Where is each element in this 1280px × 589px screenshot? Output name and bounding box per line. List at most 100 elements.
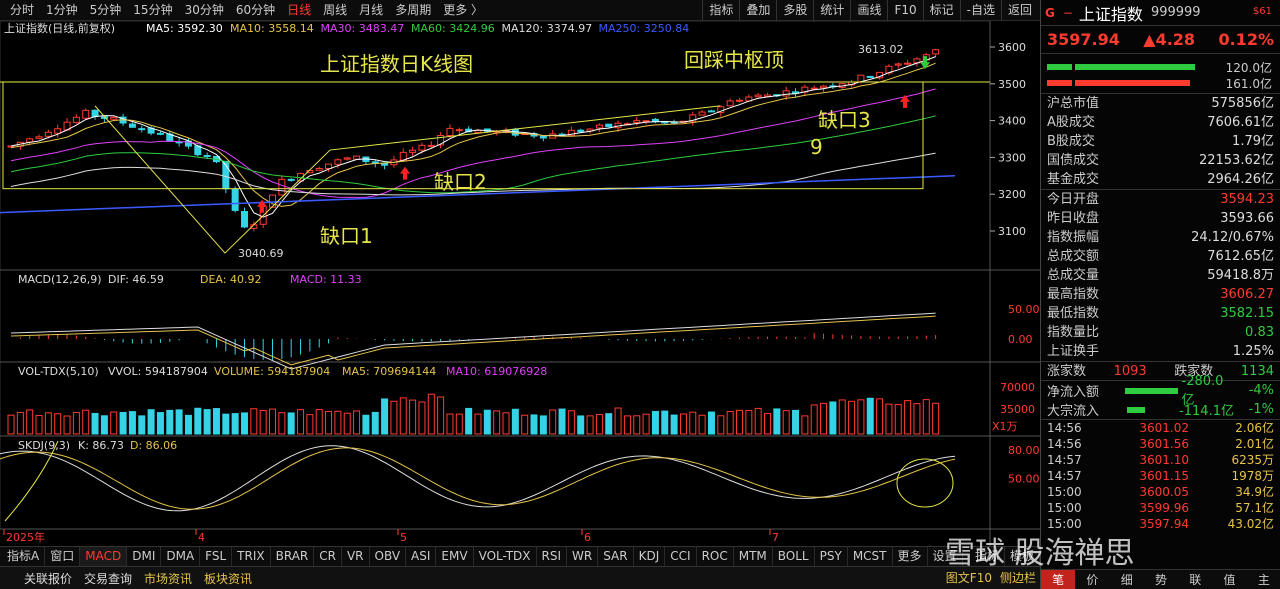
- stat-row: 基金成交 2964.26亿: [1041, 170, 1280, 189]
- indicator-tab[interactable]: FSL: [200, 547, 233, 566]
- top-toolbar: 分时 1分钟 5分钟 15分钟 30分钟 60分钟 日线 周线 月线 多周期 更多 〉 指标 叠加 多股…: [0, 0, 1040, 21]
- indicator-tab[interactable]: TRIX: [232, 547, 271, 566]
- indicator-tab[interactable]: DMA: [161, 547, 201, 566]
- tick-row[interactable]: 15:00 3600.05 34.9亿: [1041, 484, 1280, 500]
- indicator-tab[interactable]: CCI: [665, 547, 697, 566]
- timeframe-tab[interactable]: 5分钟: [84, 0, 128, 21]
- indicator-tab[interactable]: 窗口: [45, 547, 81, 566]
- status-right-link[interactable]: 侧边栏: [1000, 567, 1036, 589]
- timeframe-tab[interactable]: 15分钟: [127, 0, 178, 21]
- indicator-tab[interactable]: CR: [314, 547, 342, 566]
- panel-tab[interactable]: 价: [1075, 570, 1109, 589]
- panel-tab[interactable]: 值: [1212, 570, 1246, 589]
- panel-tab[interactable]: 笔: [1041, 570, 1076, 589]
- macd-y-label: 50.00: [1008, 303, 1040, 316]
- toolbar-button[interactable]: 返回: [1000, 0, 1038, 21]
- toolbar-button[interactable]: F10: [887, 0, 922, 21]
- indicator-tab[interactable]: RSI: [537, 547, 568, 566]
- indicator-tab[interactable]: OBV: [370, 547, 407, 566]
- toolbar-button[interactable]: 多股: [776, 0, 813, 21]
- indicator-tab[interactable]: EMV: [436, 547, 474, 566]
- indicator-tab[interactable]: 设置: [928, 547, 963, 566]
- timeframe-tab[interactable]: 周线: [317, 0, 353, 21]
- indicator-tab[interactable]: PSY: [815, 547, 848, 566]
- volume-bar: [717, 415, 725, 435]
- status-link[interactable]: 关联报价: [18, 570, 78, 587]
- indicator-right-tab[interactable]: 指标: [970, 547, 1005, 566]
- timeframe-tab[interactable]: 月线: [353, 0, 389, 21]
- toolbar-button[interactable]: 叠加: [739, 0, 776, 21]
- toolbar-button[interactable]: 标记: [922, 0, 960, 21]
- status-bar: 关联报价 交易查询 市场资讯 板块资讯 图文F10 侧边栏: [0, 566, 1040, 589]
- indicator-tab[interactable]: BRAR: [271, 547, 315, 566]
- tick-price: 3600.05: [1139, 485, 1189, 499]
- minus-icon[interactable]: −: [1063, 6, 1073, 20]
- toolbar-button[interactable]: 画线: [850, 0, 887, 21]
- price-pct: 0.12%: [1218, 30, 1274, 49]
- indicator-tab[interactable]: MTM: [734, 547, 773, 566]
- status-link[interactable]: 交易查询: [78, 570, 138, 587]
- volume-bar: [175, 409, 183, 435]
- toolbar-button[interactable]: -自选: [959, 0, 1001, 21]
- panel-tab[interactable]: 主: [1247, 570, 1280, 589]
- tick-price: 3601.02: [1139, 421, 1189, 435]
- chart-canvas[interactable]: 3600 3500 3400 3300 3200 3100 上证指数(日线,前复权) MA5:…: [0, 21, 1040, 546]
- indicator-tab[interactable]: 指标A: [2, 547, 46, 566]
- app-window: 分时 1分钟 5分钟 15分钟 30分钟 60分钟 日线 周线 月线 多周期 更多 〉 指标 叠加 多股…: [0, 0, 1280, 589]
- indicator-tab[interactable]: ROC: [697, 547, 734, 566]
- stat-label: 沪总市值: [1047, 96, 1100, 111]
- stat-label: 指数振幅: [1047, 230, 1100, 245]
- volume-bar: [698, 414, 706, 435]
- quote-panel: G − 上证指数 999999 $61 3597.94 ▲4.28 0.12% …: [1040, 0, 1280, 589]
- annotation-gap2: 缺口2: [434, 170, 487, 194]
- status-link[interactable]: 市场资讯: [138, 570, 198, 587]
- timeframe-tab[interactable]: 60分钟: [230, 0, 281, 21]
- tick-row[interactable]: 14:56 3601.56 2.01亿: [1041, 436, 1280, 452]
- volume-bar: [119, 411, 127, 435]
- tick-row[interactable]: 15:00 3599.96 57.1亿: [1041, 500, 1280, 516]
- tick-row[interactable]: 14:57 3601.10 6235万: [1041, 452, 1280, 468]
- indicator-tab[interactable]: SAR: [598, 547, 634, 566]
- timeframe-tab[interactable]: 更多 〉: [437, 0, 489, 21]
- indicator-tab[interactable]: WR: [567, 547, 599, 566]
- indicator-tab[interactable]: VR: [342, 547, 370, 566]
- toolbar-button[interactable]: 统计: [813, 0, 850, 21]
- tick-row[interactable]: 15:00 3597.94 43.02亿: [1041, 516, 1280, 532]
- tick-list[interactable]: 14:56 3601.02 2.06亿 14:56 3601.56 2.01亿 14:57 3…: [1041, 420, 1280, 532]
- status-right-link[interactable]: 图文F10: [946, 567, 992, 589]
- indicator-tab[interactable]: DMI: [127, 547, 162, 566]
- panel-tab[interactable]: 细: [1110, 570, 1144, 589]
- indicator-tab[interactable]: MACD: [80, 547, 128, 566]
- tick-time: 15:00: [1047, 501, 1082, 515]
- candle-body: [577, 129, 585, 133]
- timeframe-tab[interactable]: 30分钟: [179, 0, 230, 21]
- candle-body: [595, 124, 603, 129]
- indicator-tab[interactable]: KDJ: [634, 547, 666, 566]
- timeframe-tab[interactable]: 1分钟: [40, 0, 84, 21]
- stat-value: 1.25%: [1232, 344, 1274, 359]
- volume-bar: [689, 411, 697, 435]
- panel-tab[interactable]: 联: [1178, 570, 1212, 589]
- timeframe-tab[interactable]: 分时: [4, 0, 40, 21]
- toolbar-button[interactable]: 指标: [702, 0, 739, 21]
- tick-row[interactable]: 14:57 3601.15 1978万: [1041, 468, 1280, 484]
- volume-bar: [16, 411, 24, 435]
- status-link[interactable]: 板块资讯: [198, 570, 258, 587]
- timeframe-tab[interactable]: 日线: [281, 0, 317, 21]
- volume-bar: [493, 410, 501, 435]
- volume-bar: [409, 399, 417, 435]
- kline-chart-area[interactable]: 3600 3500 3400 3300 3200 3100 上证指数(日线,前复权) MA5:…: [0, 21, 1040, 546]
- symbol-badge: $61: [1252, 6, 1272, 17]
- tick-time: 15:00: [1047, 517, 1082, 531]
- indicator-tab[interactable]: MCST: [848, 547, 893, 566]
- timeframe-tab[interactable]: 多周期: [389, 0, 437, 21]
- indicator-tab[interactable]: BOLL: [773, 547, 815, 566]
- tick-row[interactable]: 14:56 3601.02 2.06亿: [1041, 420, 1280, 436]
- indicator-tab[interactable]: ASI: [406, 547, 437, 566]
- indicator-right-tab[interactable]: 模板: [1005, 547, 1040, 566]
- indicator-tab[interactable]: 更多: [893, 547, 928, 566]
- macd-legend-dif: DIF: 46.59: [108, 273, 164, 286]
- panel-tab[interactable]: 势: [1144, 570, 1178, 589]
- indicator-tab[interactable]: VOL-TDX: [474, 547, 537, 566]
- annotation-high_label: 3613.02: [858, 43, 904, 56]
